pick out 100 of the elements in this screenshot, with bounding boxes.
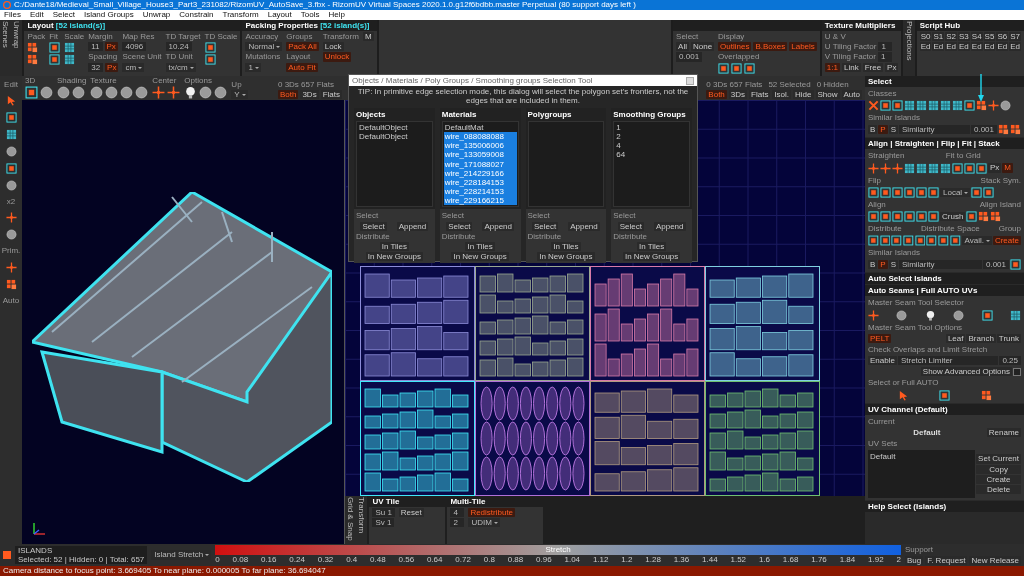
- tool-button[interactable]: Crush: [940, 211, 966, 222]
- dropdown[interactable]: tx/cm: [165, 62, 196, 72]
- tool-button[interactable]: S7: [1009, 32, 1021, 42]
- frame-icon[interactable]: [928, 186, 939, 198]
- tool-button[interactable]: Auto Fit: [286, 62, 318, 72]
- frame-icon[interactable]: [204, 54, 216, 66]
- dropdown[interactable]: cm: [122, 62, 145, 72]
- tool-button[interactable]: Px: [988, 163, 1002, 173]
- tool-button[interactable]: S: [888, 125, 899, 135]
- sphere-icon[interactable]: [214, 86, 228, 99]
- side-tab[interactable]: Projections: [903, 20, 915, 76]
- value-field[interactable]: 1: [878, 42, 893, 52]
- list-item[interactable]: wire_228214153: [443, 187, 517, 197]
- frame-icon[interactable]: [892, 100, 903, 112]
- crosshair-icon[interactable]: [5, 212, 17, 224]
- view-mode-tab[interactable]: 3Ds: [300, 89, 319, 99]
- menu-item[interactable]: Help: [328, 10, 345, 20]
- dropdown[interactable]: Local: [940, 187, 971, 197]
- tool-button[interactable]: Pack All: [286, 42, 319, 52]
- list-item[interactable]: wire_214229166: [443, 168, 517, 178]
- tool-button[interactable]: Unlock: [322, 52, 352, 62]
- tool-button[interactable]: Enable: [868, 356, 897, 366]
- action-button[interactable]: Append: [568, 221, 600, 231]
- frame-icon[interactable]: [981, 309, 993, 321]
- frame-icon[interactable]: [964, 162, 975, 174]
- tool-button[interactable]: S6: [996, 32, 1009, 42]
- value-field[interactable]: 0.001: [970, 125, 997, 135]
- list-item[interactable]: 64: [615, 150, 627, 160]
- value-field[interactable]: 4: [450, 508, 465, 518]
- action-button[interactable]: Select: [446, 221, 473, 231]
- tool-button[interactable]: Create: [976, 474, 1021, 484]
- tool-button[interactable]: PELT: [868, 333, 892, 343]
- grid-icon[interactable]: [940, 100, 951, 112]
- view-mode-tab[interactable]: 3Ds: [728, 89, 748, 99]
- value-field[interactable]: Su 1: [372, 508, 395, 518]
- frame-icon[interactable]: [1010, 259, 1021, 271]
- crosshair-icon[interactable]: [868, 162, 879, 174]
- view-mode-tab[interactable]: Isol.: [772, 89, 792, 99]
- grid-icon[interactable]: [928, 162, 939, 174]
- frame-icon[interactable]: [903, 235, 914, 247]
- checkbox[interactable]: [1013, 367, 1021, 376]
- crosshair-icon[interactable]: [152, 86, 166, 99]
- tool-button[interactable]: Ed: [983, 42, 996, 52]
- grid-icon[interactable]: [5, 129, 17, 141]
- crosshair-icon[interactable]: [5, 261, 17, 273]
- grid-icon[interactable]: [64, 54, 76, 66]
- sphere-icon[interactable]: [896, 309, 908, 321]
- grid-icon[interactable]: [904, 100, 915, 112]
- sphere-icon[interactable]: [40, 86, 53, 99]
- menu-item[interactable]: Files: [4, 10, 21, 20]
- view-mode-tab[interactable]: Show: [815, 89, 840, 99]
- frame-icon[interactable]: [952, 162, 963, 174]
- section-title[interactable]: UV Channel (Default): [865, 403, 1024, 415]
- grid-icon[interactable]: [952, 100, 963, 112]
- value-field[interactable]: 0.25: [999, 356, 1021, 366]
- sphere-icon[interactable]: [57, 86, 70, 99]
- sphere-icon[interactable]: [953, 309, 965, 321]
- blocks-icon[interactable]: [1010, 124, 1021, 136]
- pointer-icon[interactable]: [897, 389, 909, 401]
- blocks-icon[interactable]: [980, 389, 992, 401]
- view-mode-tab[interactable]: Both: [277, 89, 299, 99]
- frame-icon[interactable]: [914, 235, 926, 247]
- view-mode-tab[interactable]: Auto: [841, 89, 862, 99]
- frame-icon[interactable]: [25, 86, 38, 99]
- frame-icon[interactable]: [880, 186, 891, 198]
- tool-button[interactable]: Labels: [789, 42, 817, 52]
- tool-button[interactable]: S4: [970, 32, 983, 42]
- tool-button[interactable]: Redistribute: [468, 508, 516, 518]
- section-title[interactable]: Select: [865, 76, 1024, 87]
- sphere-icon[interactable]: [199, 86, 213, 99]
- list-item[interactable]: wire_229166215: [443, 196, 517, 206]
- value-field[interactable]: 10.24: [165, 42, 192, 52]
- list-item[interactable]: 1: [615, 122, 622, 132]
- grid-icon[interactable]: [916, 100, 927, 112]
- tool-button[interactable]: S2: [945, 32, 957, 42]
- side-tab[interactable]: Unwrap: [11, 20, 23, 76]
- support-link[interactable]: F. Request: [925, 555, 968, 565]
- frame-icon[interactable]: [718, 62, 730, 74]
- value-field[interactable]: 11: [88, 42, 103, 52]
- action-button[interactable]: In Tiles: [465, 242, 495, 252]
- side-tab[interactable]: Scenes: [0, 20, 12, 76]
- blocks-icon[interactable]: [976, 100, 987, 112]
- tool-button[interactable]: 1:1: [824, 62, 840, 72]
- menu-item[interactable]: Transform: [222, 10, 259, 20]
- tool-button[interactable]: Ed: [970, 42, 983, 52]
- grid-icon[interactable]: [928, 100, 939, 112]
- frame-icon[interactable]: [880, 210, 891, 222]
- frame-icon[interactable]: [49, 54, 61, 66]
- frame-icon[interactable]: [5, 163, 17, 175]
- support-link[interactable]: New Release: [969, 555, 1021, 565]
- list-item[interactable]: DefaultObject: [358, 131, 409, 142]
- grid-icon[interactable]: [64, 42, 76, 54]
- tool-button[interactable]: Reset: [398, 508, 424, 518]
- tool-button[interactable]: B.Boxes: [753, 42, 788, 52]
- frame-icon[interactable]: [916, 210, 927, 222]
- menu-item[interactable]: Island Groups: [83, 10, 134, 20]
- tool-button[interactable]: Lock: [322, 42, 344, 52]
- pointer-icon[interactable]: [5, 95, 17, 107]
- tool-button[interactable]: P: [878, 260, 888, 270]
- list-item[interactable]: DefaultObject: [358, 122, 409, 132]
